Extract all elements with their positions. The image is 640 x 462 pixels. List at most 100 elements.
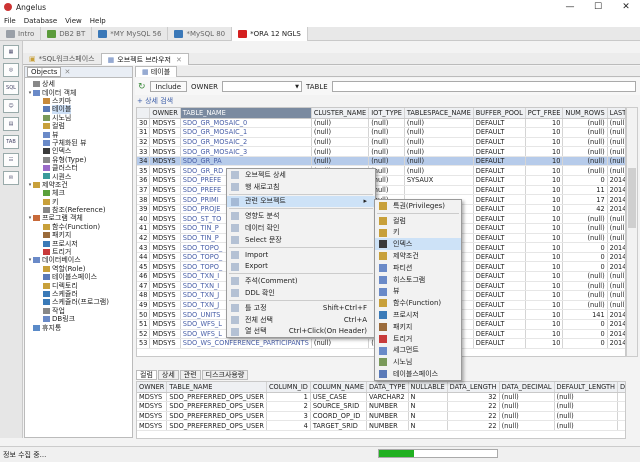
grid-cell[interactable]: (null) [311, 127, 370, 138]
column-header[interactable]: TABLESPACE_NAME [404, 108, 474, 119]
detail-cell[interactable]: MDSYS [137, 411, 168, 422]
grid-cell[interactable]: DEFAULT [473, 300, 526, 311]
column-header[interactable]: DEFAULT_LENGTH [554, 382, 619, 393]
grid-cell[interactable]: (null) [562, 223, 608, 234]
grid-cell[interactable]: MDSYS [149, 185, 181, 196]
tree-item[interactable]: ▾ 제약조건 [25, 181, 132, 189]
connection-tab[interactable]: Intro [0, 27, 42, 41]
grid-cell[interactable]: 10 [525, 281, 564, 292]
grid-cell[interactable]: (null) [562, 165, 608, 177]
grid-cell[interactable]: (null) [404, 165, 474, 177]
context-menu-item[interactable]: Export [227, 261, 375, 273]
grid-cell[interactable]: 51 [137, 319, 151, 330]
grid-cell[interactable]: MDSYS [149, 319, 181, 330]
grid-cell[interactable]: 39 [137, 204, 151, 215]
detail-cell[interactable]: NUMBER [366, 411, 409, 422]
grid-cell[interactable]: MDSYS [149, 300, 181, 311]
grid-cell[interactable]: 10 [525, 204, 564, 215]
grid-cell[interactable]: 0 [562, 319, 608, 330]
grid-cell[interactable]: 10 [525, 329, 564, 340]
grid-cell[interactable]: MDSYS [149, 233, 181, 244]
table-input[interactable] [331, 81, 636, 92]
grid-cell[interactable]: (null) [311, 338, 370, 349]
grid-cell[interactable]: 53 [137, 338, 151, 349]
tree-item[interactable]: 테이블 [25, 105, 132, 114]
submenu-item[interactable]: 히스토그램 [375, 274, 461, 286]
tree-item[interactable]: 인덱스 [25, 147, 132, 155]
detail-cell[interactable]: N [408, 420, 448, 431]
tab-view-icon[interactable]: TAB [3, 135, 19, 149]
grid-cell[interactable]: DEFAULT [473, 261, 526, 272]
context-menu-item[interactable]: Import [227, 249, 375, 261]
grid-cell[interactable]: 10 [525, 165, 564, 177]
close-icon[interactable]: ✕ [176, 56, 182, 64]
column-header[interactable]: COLUMN_ID [266, 382, 311, 393]
grid-cell[interactable]: 42 [137, 233, 151, 244]
grid-cell[interactable]: DEFAULT [473, 156, 526, 167]
detail-cell[interactable] [617, 401, 625, 412]
grid-cell[interactable]: DEFAULT [473, 118, 526, 129]
detail-cell[interactable]: SDO_PREFERRED_OPS_USER [166, 401, 267, 412]
grid-cell[interactable]: 46 [137, 271, 151, 282]
grid-cell[interactable]: 10 [525, 271, 564, 282]
grid-cell[interactable]: (null) [404, 118, 474, 129]
context-menu-item[interactable]: 오브젝트 상세 [227, 169, 375, 181]
tree-item[interactable]: 패키지 [25, 231, 132, 239]
grid-cell[interactable]: 2014-07 [607, 185, 625, 196]
menu-file[interactable]: File [4, 15, 16, 27]
grid-cell[interactable]: 10 [525, 185, 564, 196]
grid-cell[interactable]: (null) [562, 118, 608, 129]
grid-cell[interactable]: SDO_GR_MOSAIC_0 [180, 118, 312, 129]
submenu-item[interactable]: 제약조건 [375, 250, 461, 262]
submenu-item[interactable]: 특권(Privileges) [375, 200, 461, 212]
table-row[interactable]: 30 MDSYS SDO_GR_MOSAIC_0 (null) (null) (null)… [137, 118, 625, 129]
detail-cell[interactable]: (null) [499, 420, 555, 431]
column-header[interactable]: NUM_ROWS [562, 108, 608, 119]
detail-cell[interactable]: COORD_OP_ID [310, 411, 368, 422]
detail-tab[interactable]: 컬럼 [136, 370, 157, 380]
grid-cell[interactable]: 10 [525, 118, 564, 129]
detail-cell[interactable]: 2 [266, 401, 311, 412]
grid-cell[interactable]: 0 [562, 329, 608, 340]
include-button[interactable]: Include [149, 81, 188, 92]
advanced-search-link[interactable]: + 상세 검색 [137, 96, 173, 105]
grid-cell[interactable]: MDSYS [149, 223, 181, 234]
grid-cell[interactable] [404, 185, 474, 196]
tree-item[interactable]: 휴지통 [25, 323, 132, 332]
grid-cell[interactable]: 37 [137, 185, 151, 196]
connection-tab[interactable]: *ORA 12 NGLS [232, 27, 308, 41]
grid-cell[interactable]: (null) [562, 300, 608, 311]
submenu-item[interactable]: 세그먼트 [375, 345, 461, 357]
grid-cell[interactable]: 38 [137, 194, 151, 205]
grid-cell[interactable]: (null) [607, 281, 625, 292]
grid-cell[interactable]: (null) [562, 271, 608, 282]
detail-cell[interactable]: 3 [266, 411, 311, 422]
grid-cell[interactable]: DEFAULT [473, 319, 526, 330]
detail-cell[interactable]: NUMBER [366, 401, 409, 412]
connection-tab[interactable]: DB2 BT [41, 27, 93, 41]
grid-cell[interactable]: 10 [525, 223, 564, 234]
grid-cell[interactable]: MDSYS [149, 290, 181, 301]
tree-item[interactable]: 트리거 [25, 248, 132, 256]
table-row[interactable]: 33 MDSYS SDO_GR_MOSAIC_3 (null) (null) (null)… [137, 146, 625, 157]
objects-view-icon[interactable]: ▦ [3, 45, 19, 59]
detail-cell[interactable]: (null) [499, 411, 555, 422]
grid-cell[interactable]: (null) [311, 137, 370, 148]
grid-cell[interactable]: 2014-07 [607, 204, 625, 215]
objects-panel-tab[interactable]: Objects [27, 67, 62, 77]
tree-item[interactable]: 클러스터 [25, 164, 132, 172]
grid-cell[interactable]: DEFAULT [473, 242, 526, 253]
grid-cell[interactable]: 0 [562, 252, 608, 263]
grid-cell[interactable]: MDSYS [149, 252, 181, 263]
grid-cell[interactable]: 30 [137, 118, 151, 129]
tab-sql-workspace[interactable]: ▣ *SQL워크스페이스 [23, 53, 101, 65]
grid-cell[interactable]: (null) [368, 127, 405, 138]
grid-cell[interactable]: 49 [137, 300, 151, 311]
grid-cell[interactable]: (null) [607, 165, 625, 177]
context-menu-item[interactable]: 영향도 분석 [227, 210, 375, 222]
detail-cell[interactable]: MDSYS [137, 401, 168, 412]
grid-cell[interactable]: (null) [607, 300, 625, 311]
mail-view-icon[interactable]: ✉ [3, 171, 19, 185]
menu-help[interactable]: Help [90, 15, 106, 27]
grid-cell[interactable]: (null) [607, 290, 625, 301]
